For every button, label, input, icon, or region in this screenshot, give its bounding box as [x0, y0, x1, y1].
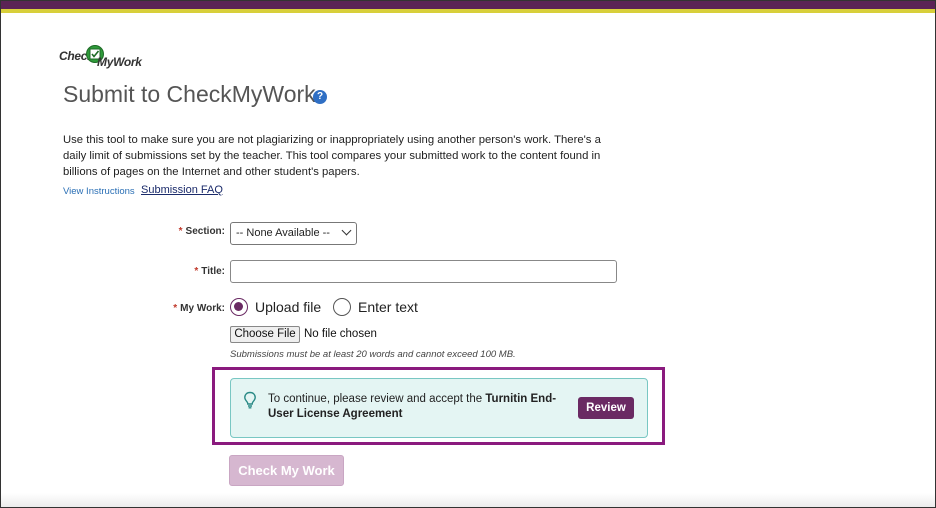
enter-text-radio[interactable] — [333, 298, 351, 316]
file-status-text: No file chosen — [304, 328, 377, 340]
section-select[interactable]: -- None Available -- — [230, 222, 357, 245]
enter-text-radio-label[interactable]: Enter text — [358, 299, 418, 315]
my-work-label-text: My Work: — [180, 303, 225, 314]
review-button[interactable]: Review — [578, 397, 634, 419]
eula-notice: To continue, please review and accept th… — [230, 378, 648, 438]
upload-file-radio-label[interactable]: Upload file — [255, 299, 321, 315]
required-marker: * — [194, 266, 199, 277]
view-instructions-link[interactable]: View Instructions — [63, 186, 135, 197]
required-marker: * — [178, 226, 183, 237]
title-input[interactable] — [230, 260, 617, 283]
title-label-text: Title: — [201, 266, 225, 277]
section-label: * Section: — [169, 226, 225, 237]
lightbulb-icon — [243, 391, 257, 414]
header-accent-stripe — [1, 9, 935, 13]
logo-text-mywork: MyWork — [97, 55, 142, 69]
eula-notice-lead: To continue, please review and accept th… — [268, 393, 486, 405]
section-label-text: Section: — [185, 226, 225, 237]
page-frame: Check MyWork Submit to CheckMyWork ? Use… — [0, 0, 936, 508]
eula-notice-text: To continue, please review and accept th… — [268, 392, 568, 422]
page-description: Use this tool to make sure you are not p… — [63, 134, 601, 178]
upload-file-radio[interactable] — [230, 298, 248, 316]
required-marker: * — [173, 303, 178, 314]
header-accent-bar — [1, 1, 935, 9]
file-size-hint: Submissions must be at least 20 words an… — [230, 349, 516, 360]
section-select-value: -- None Available -- — [236, 227, 330, 239]
radio-selected-dot — [234, 302, 243, 311]
my-work-label: * My Work: — [161, 303, 225, 314]
check-my-work-button[interactable]: Check My Work — [229, 455, 344, 486]
chevron-down-icon — [341, 225, 352, 236]
submission-faq-link[interactable]: Submission FAQ — [141, 184, 223, 196]
question-circle-icon[interactable]: ? — [313, 90, 327, 104]
page-title: Submit to CheckMyWork — [63, 81, 316, 107]
footer-shade — [1, 493, 935, 507]
checkmywork-logo: Check MyWork — [57, 45, 142, 71]
title-label: * Title: — [169, 266, 225, 277]
choose-file-button[interactable]: Choose File — [230, 326, 300, 343]
